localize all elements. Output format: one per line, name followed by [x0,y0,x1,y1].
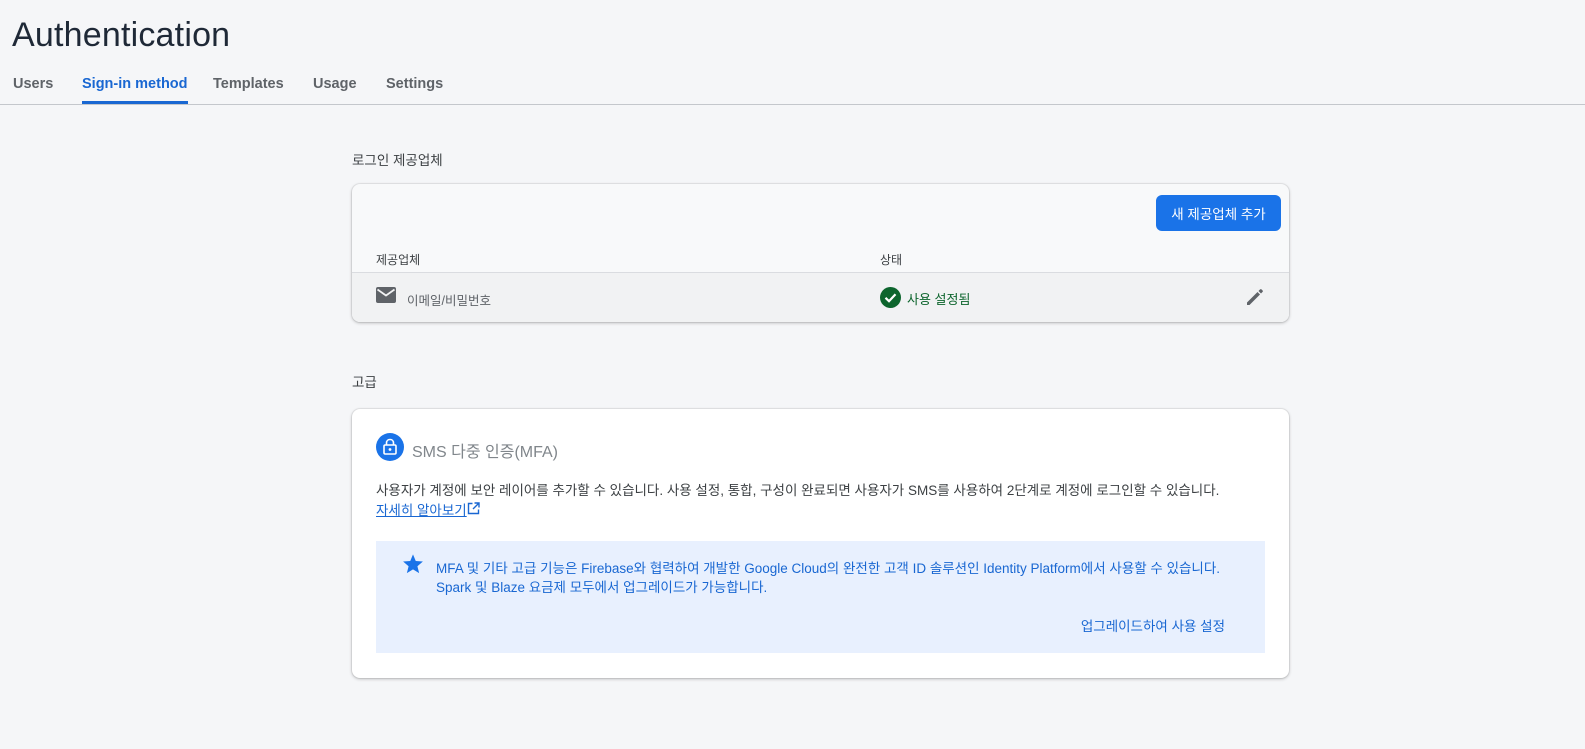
tab-settings[interactable]: Settings [386,76,443,104]
tab-usage[interactable]: Usage [313,76,357,104]
providers-section-label: 로그인 제공업체 [352,153,443,168]
column-header-provider: 제공업체 [376,253,421,267]
tab-sign-in-method[interactable]: Sign-in method [82,76,188,104]
table-row[interactable]: 이메일/비밀번호 사용 설정됨 [352,272,1289,322]
add-provider-button[interactable]: 새 제공업체 추가 [1156,195,1281,231]
mfa-card: SMS 다중 인증(MFA) 사용자가 계정에 보안 레이어를 추가할 수 있습… [352,409,1289,678]
upgrade-enable-link[interactable]: 업그레이드하여 사용 설정 [1081,615,1225,635]
external-link-icon[interactable] [467,502,480,515]
mfa-title: SMS 다중 인증(MFA) [412,444,558,461]
star-icon [403,554,423,574]
status-badge: 사용 설정됨 [907,292,971,307]
advanced-section-label: 고급 [352,375,377,390]
tab-users[interactable]: Users [13,76,53,104]
info-text-line-2: Spark 및 Blaze 요금제 모두에서 업그레이드가 가능합니다. [436,580,768,595]
check-circle-icon [880,287,901,308]
info-text-line-1: MFA 및 기타 고급 기능은 Firebase와 협력하여 개발한 Googl… [436,561,1221,576]
lock-badge [376,433,404,461]
learn-more-link[interactable]: 자세히 알아보기 [376,499,467,519]
tab-templates[interactable]: Templates [213,76,284,104]
tab-bar: Users Sign-in method Templates Usage Set… [0,72,1585,105]
identity-platform-info-box: MFA 및 기타 고급 기능은 Firebase와 협력하여 개발한 Googl… [376,541,1265,653]
column-header-status: 상태 [880,253,903,267]
providers-card: 새 제공업체 추가 제공업체 상태 이메일/비밀번호 사용 설정됨 [352,184,1289,322]
page-title: Authentication [12,16,231,54]
provider-name: 이메일/비밀번호 [407,294,491,308]
mail-icon [376,287,396,303]
pencil-icon[interactable] [1245,287,1265,307]
lock-icon [383,438,397,455]
mfa-description: 사용자가 계정에 보안 레이어를 추가할 수 있습니다. 사용 설정, 통합, … [376,483,1220,498]
